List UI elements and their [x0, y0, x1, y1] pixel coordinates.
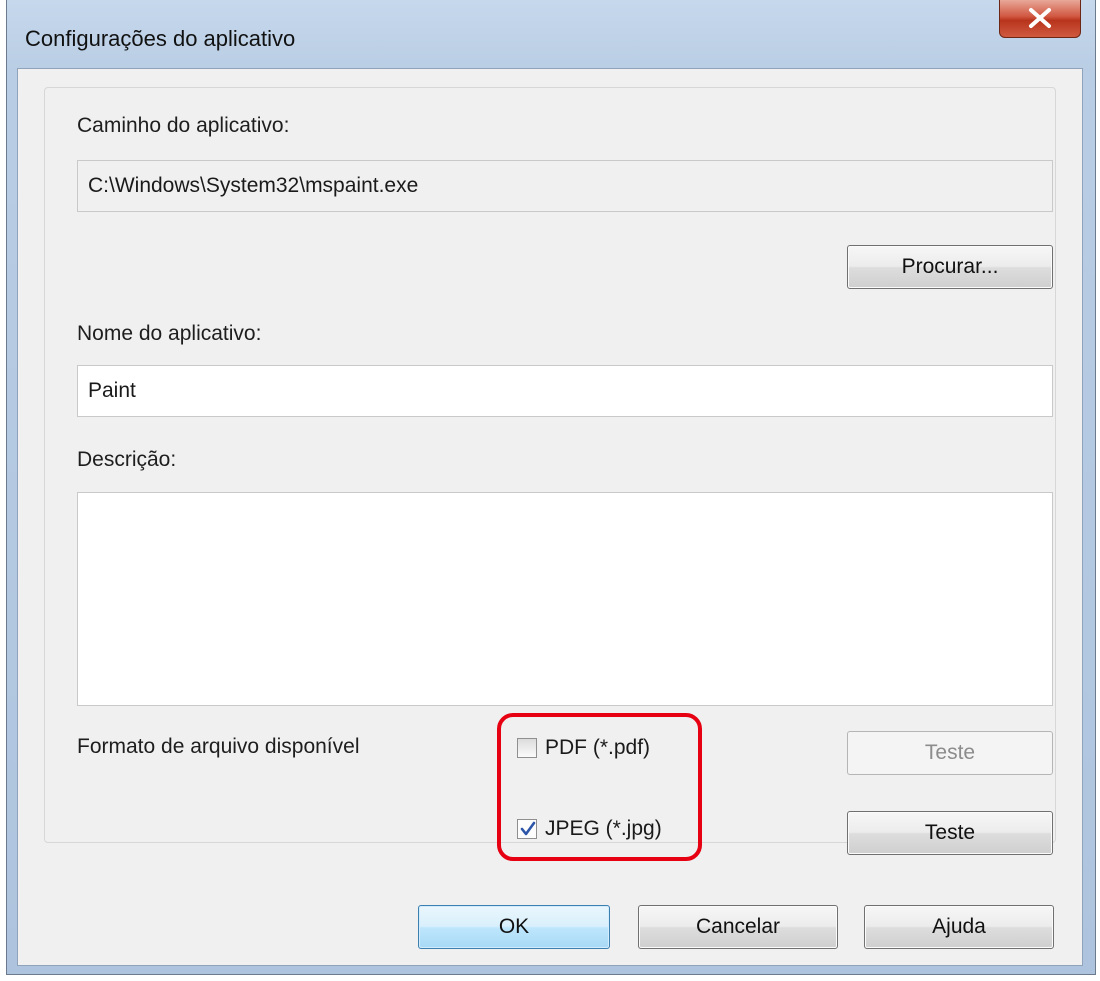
browse-button[interactable]: Procurar... — [847, 245, 1053, 289]
app-path-field[interactable]: C:\Windows\System32\mspaint.exe — [77, 160, 1053, 212]
close-icon — [1029, 8, 1051, 28]
dialog-window: Configurações do aplicativo Caminho do a… — [6, 0, 1096, 975]
app-name-label: Nome do aplicativo: — [77, 322, 262, 345]
app-path-value: C:\Windows\System32\mspaint.exe — [88, 174, 419, 197]
description-field[interactable] — [77, 492, 1053, 706]
ok-button[interactable]: OK — [418, 905, 610, 949]
help-button[interactable]: Ajuda — [864, 905, 1054, 949]
window-title: Configurações do aplicativo — [25, 26, 296, 51]
app-name-field[interactable]: Paint — [77, 365, 1053, 417]
pdf-test-button[interactable]: Teste — [847, 731, 1053, 775]
title-bar: Configurações do aplicativo — [7, 0, 1095, 78]
app-path-label: Caminho do aplicativo: — [77, 114, 290, 137]
jpeg-test-button[interactable]: Teste — [847, 811, 1053, 855]
description-label: Descrição: — [77, 448, 177, 471]
dialog-client-area: Caminho do aplicativo: C:\Windows\System… — [17, 68, 1083, 966]
close-button[interactable] — [999, 0, 1081, 38]
app-name-value: Paint — [88, 379, 136, 402]
cancel-button[interactable]: Cancelar — [638, 905, 838, 949]
file-format-label: Formato de arquivo disponível — [77, 735, 360, 758]
format-highlight-box — [497, 713, 702, 861]
